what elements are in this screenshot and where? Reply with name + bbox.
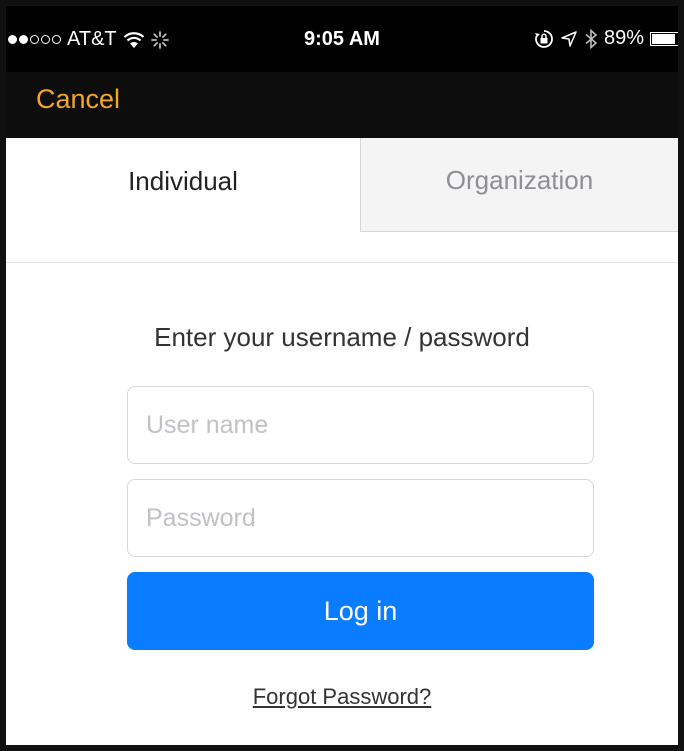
forgot-password-link[interactable]: Forgot Password?: [6, 684, 678, 710]
password-input[interactable]: [127, 479, 594, 557]
orientation-lock-icon: [534, 29, 553, 48]
bluetooth-icon: [585, 28, 598, 49]
account-type-segmented-control: Individual Organization: [6, 138, 678, 232]
battery-level: [652, 33, 676, 44]
login-button[interactable]: Log in: [127, 572, 594, 650]
battery-percent-label: 89%: [603, 27, 644, 49]
app-window: AT&T 9:05 AM 89% Cancel Individual Organ…: [0, 0, 684, 751]
login-prompt: Enter your username / password: [154, 322, 530, 352]
tab-individual[interactable]: Individual: [6, 138, 360, 232]
battery-icon: [650, 31, 678, 46]
navigation-bar: Cancel: [6, 72, 678, 138]
section-divider: [6, 262, 678, 263]
location-arrow-icon: [561, 30, 577, 47]
username-input[interactable]: [127, 386, 594, 464]
tab-organization[interactable]: Organization: [360, 138, 678, 232]
status-bar: AT&T 9:05 AM 89%: [6, 6, 678, 72]
cancel-button[interactable]: Cancel: [36, 84, 120, 115]
status-right: 89%: [534, 27, 678, 50]
